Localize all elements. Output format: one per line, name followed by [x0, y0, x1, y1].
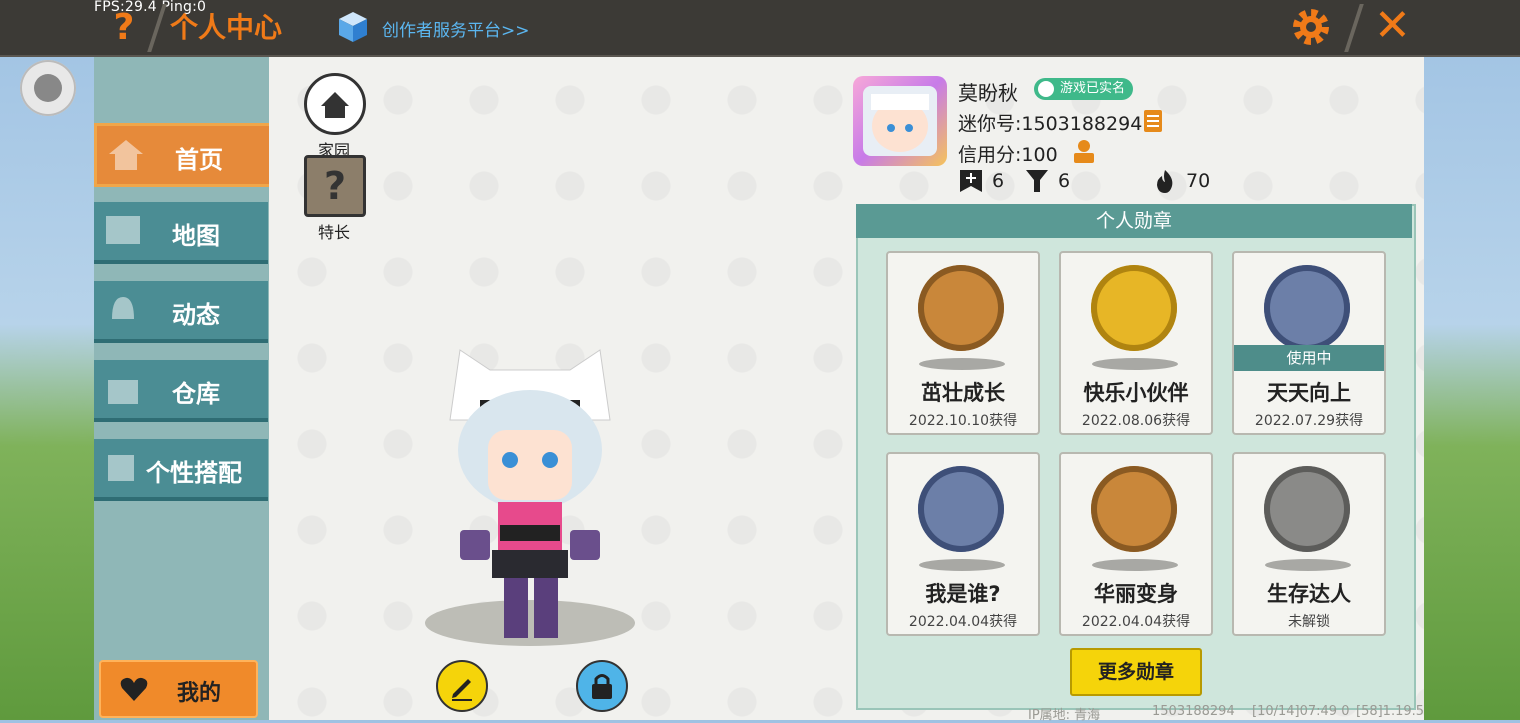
page-title: 个人中心: [170, 11, 283, 44]
medal-date: 2022.04.04获得: [908, 614, 1018, 630]
nav-storage[interactable]: 仓库: [94, 360, 268, 422]
player-name: 莫盼秋: [958, 81, 1018, 105]
bell-icon: [112, 297, 134, 319]
medal-name: 华丽变身: [1094, 582, 1178, 606]
nav-feed-label: 动态: [172, 301, 220, 329]
outfit-icon: [108, 455, 134, 481]
creator-platform-link[interactable]: 创作者服务平台>>: [382, 16, 530, 41]
medal-icon: [1264, 265, 1350, 351]
medal-pedestal: [1092, 559, 1178, 571]
edit-button[interactable]: [436, 660, 488, 712]
lock-button[interactable]: [576, 660, 628, 712]
medal-name: 我是谁?: [925, 582, 1001, 606]
person-badge-icon[interactable]: [1070, 137, 1098, 165]
copy-icon[interactable]: [1142, 108, 1164, 134]
medal-card[interactable]: 生存达人 未解锁: [1232, 452, 1386, 636]
talent-label: 特长: [317, 223, 350, 242]
stat-flag-value: 6: [992, 170, 1005, 192]
close-button[interactable]: ✕: [1374, 4, 1411, 48]
nav-storage-label: 仓库: [172, 380, 220, 408]
cheer-icon: [1026, 170, 1048, 192]
talent-button[interactable]: ? 特长: [304, 155, 366, 243]
credit-score: 信用分:100: [958, 144, 1058, 166]
medal-date: 2022.07.29获得: [1254, 413, 1364, 429]
heart-icon: [120, 677, 148, 701]
mini-id: 迷你号:1503188294: [958, 113, 1143, 135]
medal-pedestal: [1092, 358, 1178, 370]
medal-icon: [1091, 466, 1177, 552]
medal-pedestal: [919, 358, 1005, 370]
nav-map[interactable]: 地图: [94, 202, 268, 264]
house-icon: [304, 73, 366, 135]
question-icon: ?: [304, 155, 366, 217]
verified-badge: 游戏已实名: [1034, 78, 1134, 100]
avatar-character: [449, 349, 611, 638]
profile-avatar[interactable]: [853, 76, 947, 166]
medal-name: 生存达人: [1267, 582, 1351, 606]
medal-card[interactable]: 我是谁? 2022.04.04获得: [886, 452, 1040, 636]
medal-card[interactable]: 使用中 天天向上 2022.07.29获得: [1232, 251, 1386, 435]
in-use-badge: 使用中: [1234, 345, 1384, 371]
nav-outfit-label: 个性搭配: [146, 459, 242, 487]
mine-button[interactable]: 我的: [99, 660, 258, 718]
footer-version: [58]1.19.5: [1356, 704, 1425, 719]
footer-time: [10/14]07:49 0: [1252, 704, 1350, 719]
homeland-button[interactable]: 家园: [304, 73, 366, 161]
medal-pedestal: [919, 559, 1005, 571]
pencil-icon: [452, 679, 472, 701]
medal-date: 2022.10.10获得: [908, 413, 1018, 429]
mine-label: 我的: [177, 681, 222, 706]
medal-name: 天天向上: [1267, 381, 1351, 405]
medal-date: 2022.04.04获得: [1081, 614, 1191, 630]
stat-fire-value: 70: [1186, 170, 1211, 192]
footer-id: 1503188294: [1152, 704, 1235, 719]
medal-name: 快乐小伙伴: [1083, 381, 1189, 405]
more-medals-button[interactable]: 更多勋章: [1070, 648, 1202, 696]
nav-home-label: 首页: [175, 146, 223, 174]
help-button[interactable]: ?: [104, 8, 144, 48]
medal-card[interactable]: 快乐小伙伴 2022.08.06获得: [1059, 251, 1213, 435]
avatar-portrait: [863, 86, 937, 156]
medal-name: 茁壮成长: [921, 381, 1005, 405]
cube-icon: [339, 12, 367, 42]
nav-feed[interactable]: 动态: [94, 281, 268, 343]
map-icon: [106, 216, 140, 244]
medal-card[interactable]: 华丽变身 2022.04.04获得: [1059, 452, 1213, 636]
nav-outfit[interactable]: 个性搭配: [94, 439, 268, 501]
flag-plus-icon: [960, 170, 982, 192]
medals-title: 个人勋章: [856, 204, 1412, 238]
record-button[interactable]: [20, 60, 76, 116]
medal-card[interactable]: 茁壮成长 2022.10.10获得: [886, 251, 1040, 435]
medal-icon: [1264, 466, 1350, 552]
medal-icon: [918, 466, 1004, 552]
medal-icon: [1091, 265, 1177, 351]
ip-location: IP属地: 青海: [1028, 708, 1101, 723]
settings-gear-icon[interactable]: [1290, 6, 1332, 48]
warehouse-icon: [108, 380, 138, 404]
medal-date: 2022.08.06获得: [1081, 413, 1191, 429]
stat-cheer-value: 6: [1058, 170, 1071, 192]
lock-icon: [592, 674, 612, 699]
nav-home[interactable]: 首页: [94, 123, 274, 187]
nav-map-label: 地图: [172, 222, 220, 250]
house-icon: [109, 140, 143, 170]
medal-icon: [918, 265, 1004, 351]
fire-icon: [1157, 170, 1173, 193]
medal-status: 未解锁: [1288, 614, 1330, 630]
medal-pedestal: [1265, 559, 1351, 571]
